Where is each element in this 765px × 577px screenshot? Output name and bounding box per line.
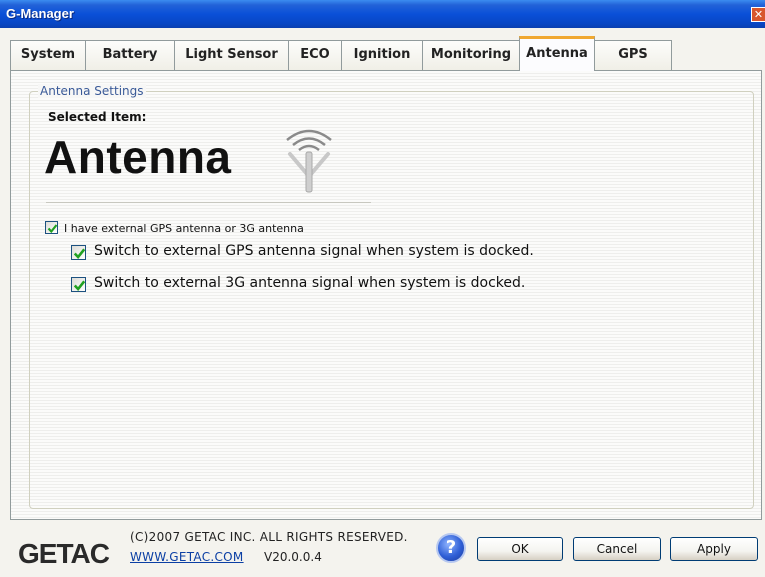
external-antenna-checkbox[interactable] <box>45 221 58 234</box>
window-title: G-Manager <box>6 6 74 21</box>
footer-bar: GETAC (C)2007 GETAC INC. ALL RIGHTS RESE… <box>0 520 765 577</box>
svg-text:GETAC: GETAC <box>18 539 110 567</box>
version-text: V20.0.0.4 <box>264 550 322 564</box>
ok-button[interactable]: OK <box>477 537 563 561</box>
cancel-button[interactable]: Cancel <box>573 537 661 561</box>
antenna-tab-panel: Antenna Settings Selected Item: Antenna … <box>10 70 762 520</box>
title-bar[interactable]: G-Manager ✕ <box>0 0 765 28</box>
external-antenna-label: I have external GPS antenna or 3G antenn… <box>64 222 304 235</box>
antenna-icon <box>286 129 332 193</box>
close-icon[interactable]: ✕ <box>751 7 765 22</box>
g-manager-window: G-Manager ✕ System Battery Light Sensor … <box>0 0 765 577</box>
copyright-text: (C)2007 GETAC INC. ALL RIGHTS RESERVED. <box>130 530 408 544</box>
tab-light-sensor[interactable]: Light Sensor <box>174 40 289 70</box>
title-divider <box>46 202 371 203</box>
antenna-settings-label: Antenna Settings <box>38 84 146 98</box>
apply-button[interactable]: Apply <box>670 537 758 561</box>
tab-ignition[interactable]: Ignition <box>341 40 423 70</box>
tab-eco[interactable]: ECO <box>288 40 342 70</box>
help-button[interactable]: ? <box>436 533 466 563</box>
tab-monitoring[interactable]: Monitoring <box>422 40 520 70</box>
antenna-settings-group: Antenna Settings Selected Item: Antenna … <box>29 84 754 509</box>
docked-3g-antenna-checkbox[interactable] <box>71 277 86 292</box>
docked-3g-antenna-label: Switch to external 3G antenna signal whe… <box>94 275 526 291</box>
tab-antenna[interactable]: Antenna <box>519 36 595 71</box>
tab-gps-status[interactable]: GPS Status <box>594 40 672 90</box>
tab-strip: System Battery Light Sensor ECO Ignition… <box>10 36 765 90</box>
client-area: System Battery Light Sensor ECO Ignition… <box>0 28 765 577</box>
selected-item-title: Antenna <box>44 131 232 183</box>
docked-gps-antenna-checkbox[interactable] <box>71 245 86 260</box>
tab-battery[interactable]: Battery <box>85 40 175 70</box>
tab-system[interactable]: System <box>10 40 86 70</box>
getac-logo: GETAC <box>18 539 111 567</box>
selected-item-label: Selected Item: <box>48 110 147 124</box>
website-link[interactable]: WWW.GETAC.COM <box>130 550 244 564</box>
docked-gps-antenna-label: Switch to external GPS antenna signal wh… <box>94 243 534 259</box>
